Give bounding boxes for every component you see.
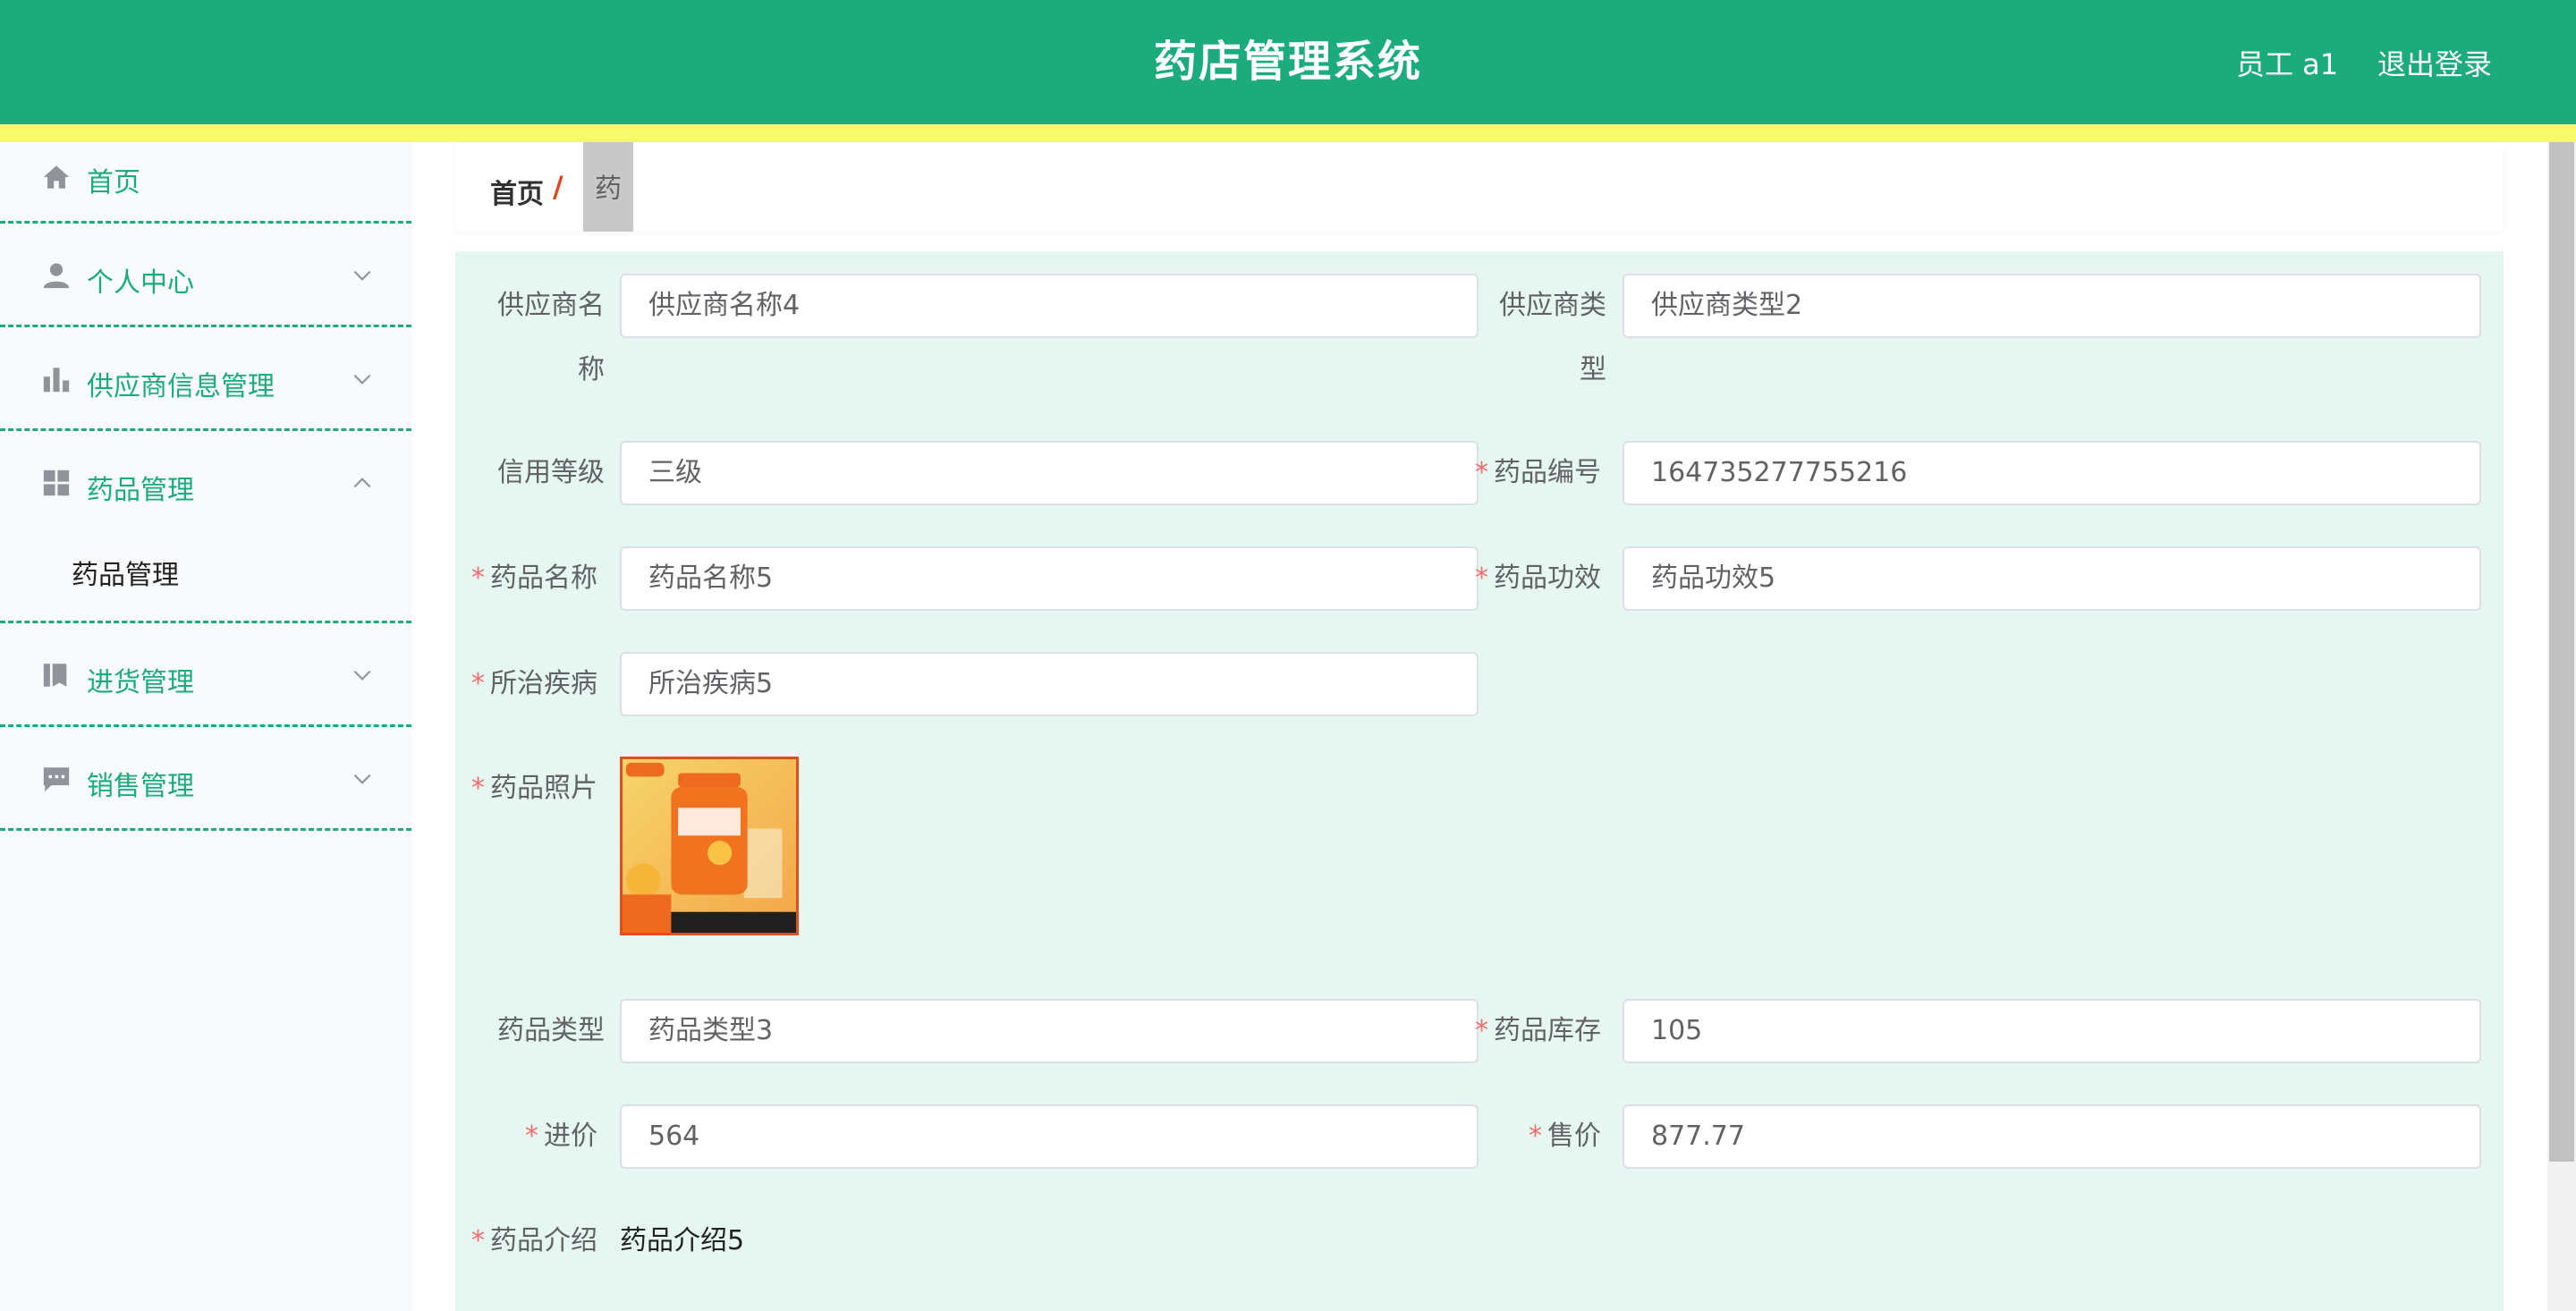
grid-icon bbox=[41, 468, 72, 498]
chevron-down-icon bbox=[351, 767, 374, 791]
sidebar-item-sales-management[interactable]: 销售管理 bbox=[0, 727, 411, 831]
stock-field[interactable]: 105 bbox=[1623, 999, 2481, 1063]
current-user-label: 员工 a1 bbox=[2236, 47, 2339, 81]
drug-type-field[interactable]: 药品类型3 bbox=[620, 999, 1479, 1063]
user-icon bbox=[41, 260, 72, 291]
stock-label: * 药品库存 bbox=[1475, 1015, 1601, 1046]
breadcrumb-current: 药品 bbox=[583, 142, 633, 300]
message-icon bbox=[41, 764, 72, 794]
credit-level-field[interactable]: 三级 bbox=[620, 441, 1479, 505]
sidebar-item-purchase-management[interactable]: 进货管理 bbox=[0, 623, 411, 727]
header-accent-bar bbox=[0, 124, 2576, 142]
disease-field[interactable]: 所治疾病5 bbox=[620, 652, 1479, 716]
drug-photo[interactable] bbox=[620, 757, 799, 935]
supplier-type-label: 供应商类 型 bbox=[1499, 290, 1606, 385]
sidebar-item-label: 供应商信息管理 bbox=[87, 371, 275, 402]
sidebar-item-label: 销售管理 bbox=[87, 771, 194, 802]
breadcrumb-separator: / bbox=[553, 170, 564, 204]
drug-name-field[interactable]: 药品名称5 bbox=[620, 546, 1479, 611]
sidebar-subitem-drug-management[interactable]: 药品管理 bbox=[0, 535, 411, 610]
drug-type-label: 药品类型 bbox=[497, 1015, 605, 1046]
drug-photo-label: * 药品照片 bbox=[471, 773, 597, 804]
purchase-price-field[interactable]: 564 bbox=[620, 1104, 1479, 1169]
sidebar-item-label: 首页 bbox=[87, 167, 140, 199]
sidebar-item-label: 药品管理 bbox=[87, 475, 194, 506]
purchase-price-label: * 进价 bbox=[525, 1121, 597, 1152]
home-icon bbox=[41, 162, 72, 192]
drug-code-field[interactable]: 164735277755216 bbox=[1623, 441, 2481, 505]
drug-intro-label: * 药品介绍 bbox=[471, 1225, 597, 1256]
chevron-down-icon bbox=[351, 368, 374, 391]
sidebar: 首页 个人中心 供应商信息管理 药品管理 药品管理 进货管理 销售管理 bbox=[0, 142, 411, 1311]
breadcrumb bbox=[455, 142, 2504, 232]
breadcrumb-home-link[interactable]: 首页 bbox=[490, 172, 544, 211]
supplier-type-field[interactable]: 供应商类型2 bbox=[1623, 274, 2481, 338]
sidebar-item-home[interactable]: 首页 bbox=[0, 142, 411, 224]
chevron-down-icon bbox=[351, 264, 374, 287]
supplier-name-label: 供应商名 称 bbox=[497, 290, 605, 385]
sidebar-subitem-label: 药品管理 bbox=[72, 560, 179, 591]
sidebar-item-label: 个人中心 bbox=[87, 267, 194, 299]
app-title: 药店管理系统 bbox=[1153, 37, 1422, 87]
sidebar-item-drug-management[interactable]: 药品管理 bbox=[0, 431, 411, 535]
sidebar-item-supplier-info[interactable]: 供应商信息管理 bbox=[0, 327, 411, 431]
drug-name-label: * 药品名称 bbox=[471, 562, 597, 594]
chevron-up-icon bbox=[351, 471, 374, 495]
sale-price-label: * 售价 bbox=[1529, 1121, 1601, 1152]
supplier-name-field[interactable]: 供应商名称4 bbox=[620, 274, 1479, 338]
credit-level-label: 信用等级 bbox=[497, 457, 605, 488]
book-icon bbox=[41, 660, 72, 690]
scrollbar-thumb[interactable] bbox=[2549, 142, 2574, 1162]
chevron-down-icon bbox=[351, 664, 374, 687]
sidebar-item-personal-center[interactable]: 个人中心 bbox=[0, 224, 411, 327]
drug-effect-field[interactable]: 药品功效5 bbox=[1623, 546, 2481, 611]
sale-price-field[interactable]: 877.77 bbox=[1623, 1104, 2481, 1169]
drug-effect-label: * 药品功效 bbox=[1475, 562, 1601, 594]
drug-intro-value: 药品介绍5 bbox=[620, 1225, 745, 1256]
sidebar-item-label: 进货管理 bbox=[87, 667, 194, 698]
disease-label: * 所治疾病 bbox=[471, 668, 597, 699]
drug-code-label: * 药品编号 bbox=[1475, 457, 1601, 488]
bar-chart-icon bbox=[41, 364, 72, 394]
logout-button[interactable]: 退出登录 bbox=[2377, 0, 2492, 124]
